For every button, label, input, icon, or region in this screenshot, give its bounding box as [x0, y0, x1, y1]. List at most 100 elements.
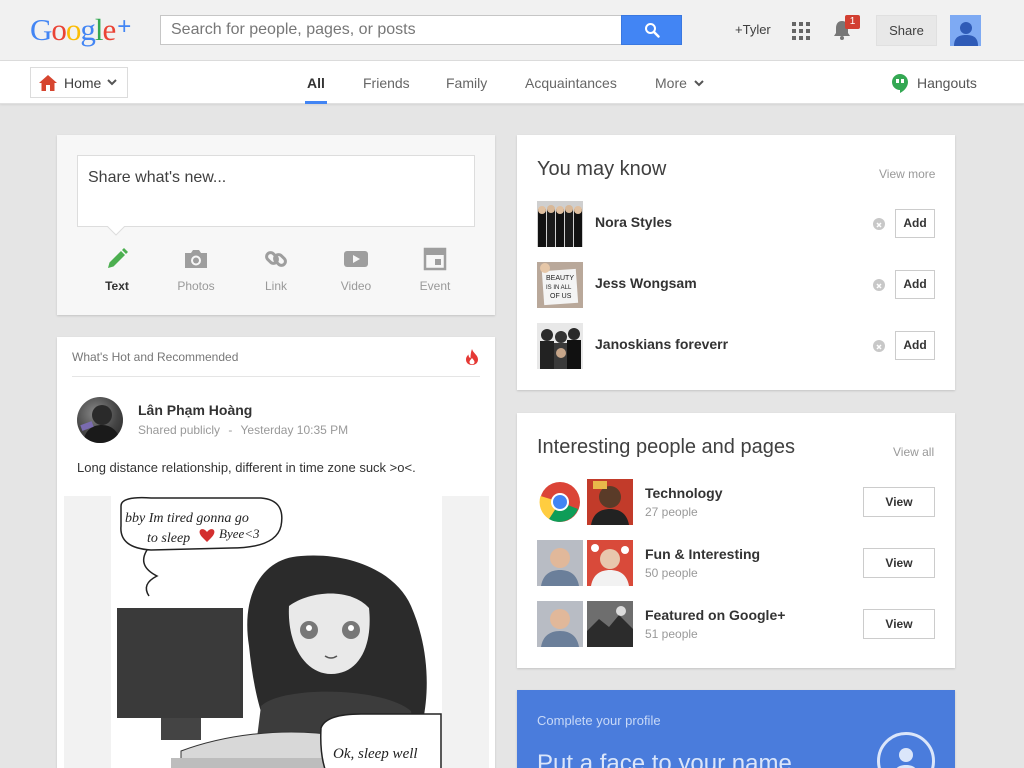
share-input[interactable]: Share what's new... [77, 155, 475, 227]
tab-acquaintances[interactable]: Acquaintances [525, 75, 617, 91]
chevron-down-icon [694, 79, 704, 86]
comic-drawing: bby Im tired gonna go to sleep Byee<3 Ok… [111, 496, 442, 768]
view-button[interactable]: View [863, 548, 935, 578]
add-button[interactable]: Add [895, 270, 935, 299]
you-may-know-title: You may know [537, 158, 667, 180]
tab-all[interactable]: All [307, 75, 325, 91]
post-image[interactable]: bby Im tired gonna go to sleep Byee<3 Ok… [64, 496, 489, 768]
interest-row: Fun & Interesting 50 people View [537, 540, 935, 587]
user-silhouette-icon [953, 22, 978, 46]
share-event-button[interactable]: Event [395, 245, 475, 293]
chevron-down-icon [107, 79, 118, 86]
share-video-label: Video [340, 279, 372, 293]
add-button[interactable]: Add [895, 209, 935, 238]
post-timestamp[interactable]: Yesterday 10:35 PM [241, 423, 349, 437]
post-author-avatar[interactable] [77, 397, 123, 443]
interest-group-name[interactable]: Featured on Google+ [645, 607, 785, 623]
share-photos-button[interactable]: Photos [156, 245, 236, 293]
suggestion-photo[interactable] [537, 323, 583, 369]
active-tab-indicator [305, 101, 327, 104]
stream-nav-bar: Home All Friends Family Acquaintances Mo… [0, 61, 1024, 104]
person-silhouette-icon [80, 405, 121, 443]
suggestion-row: Nora Styles Add [537, 201, 935, 248]
interest-photo[interactable] [587, 601, 633, 647]
interest-photo[interactable] [537, 479, 583, 525]
suggestion-name[interactable]: Jess Wongsam [595, 275, 697, 291]
suggestion-row: Janoskians foreverr Add [537, 323, 935, 370]
dismiss-icon[interactable] [873, 279, 885, 291]
suggestion-name[interactable]: Janoskians foreverr [595, 336, 728, 352]
whats-hot-card: What's Hot and Recommended Lân Phạm Hoàn… [57, 337, 495, 768]
dismiss-icon[interactable] [873, 340, 885, 352]
comic-text-line-2: to sleep [147, 531, 190, 546]
video-icon [344, 251, 368, 267]
view-all-link[interactable]: View all [893, 445, 934, 459]
apps-grid-icon[interactable] [792, 22, 810, 40]
hangouts-label: Hangouts [917, 75, 977, 91]
dismiss-icon[interactable] [873, 218, 885, 230]
home-dropdown[interactable]: Home [30, 67, 128, 98]
person-photo [537, 540, 583, 586]
view-more-link[interactable]: View more [879, 167, 935, 181]
share-text-button[interactable]: Text [77, 245, 157, 293]
tab-family[interactable]: Family [446, 75, 487, 91]
interest-group-name[interactable]: Technology [645, 485, 723, 501]
person-photo [587, 540, 633, 586]
suggestion-name[interactable]: Nora Styles [595, 214, 672, 230]
search-button[interactable] [621, 15, 682, 45]
comic-text-line-1: bby Im tired gonna go [125, 511, 249, 526]
interest-group-count: 51 people [645, 627, 698, 641]
hangouts-icon [892, 74, 908, 93]
suggestion-photo[interactable] [537, 201, 583, 247]
interest-photo[interactable] [587, 540, 633, 586]
tab-more-label: More [655, 75, 687, 91]
group-photo [537, 201, 583, 247]
share-video-button[interactable]: Video [316, 245, 396, 293]
suggestion-photo[interactable]: BEAUTY IS IN ALL OF US [537, 262, 583, 308]
divider [72, 376, 480, 377]
pencil-icon [108, 248, 128, 268]
post-visibility[interactable]: Shared publicly [138, 423, 220, 437]
share-input-caret [107, 226, 125, 236]
interesting-people-title: Interesting people and pages [537, 436, 795, 458]
share-photos-label: Photos [177, 279, 215, 293]
person-photo [587, 479, 633, 525]
interest-row: Featured on Google+ 51 people View [537, 601, 935, 648]
interest-group-name[interactable]: Fun & Interesting [645, 546, 760, 562]
beauty-sign-photo: BEAUTY IS IN ALL OF US [537, 262, 583, 308]
whats-hot-title[interactable]: What's Hot and Recommended [72, 350, 238, 364]
interest-row: Technology 27 people View [537, 479, 935, 526]
tab-more[interactable]: More [655, 75, 704, 91]
complete-profile-subtitle: Complete your profile [537, 713, 661, 728]
share-event-label: Event [419, 279, 451, 293]
view-button[interactable]: View [863, 487, 935, 517]
interest-photo[interactable] [587, 479, 633, 525]
search-input[interactable] [161, 16, 621, 44]
share-link-button[interactable]: Link [236, 245, 316, 293]
google-plus-logo[interactable]: Google+ [30, 12, 131, 48]
link-icon [265, 251, 287, 267]
notification-badge[interactable]: 1 [845, 15, 860, 29]
complete-profile-card[interactable]: Complete your profile Put a face to your… [517, 690, 955, 768]
profile-photo-placeholder[interactable] [877, 732, 935, 768]
photo-text-line-2: IS IN ALL [546, 285, 572, 291]
top-bar: Google+ +Tyler 1 Share [0, 0, 1024, 61]
group-photo [537, 323, 583, 369]
view-button[interactable]: View [863, 609, 935, 639]
add-button[interactable]: Add [895, 331, 935, 360]
share-link-label: Link [264, 279, 287, 293]
interest-photo[interactable] [537, 601, 583, 647]
interest-photo[interactable] [537, 540, 583, 586]
share-text-label: Text [105, 279, 129, 293]
search-box [160, 15, 682, 45]
avatar[interactable] [950, 15, 981, 46]
home-icon [39, 74, 57, 91]
user-profile-link[interactable]: +Tyler [735, 22, 771, 37]
post-author-name[interactable]: Lân Phạm Hoàng [138, 402, 252, 418]
camera-icon [185, 250, 207, 268]
flame-icon[interactable] [465, 348, 479, 366]
share-button[interactable]: Share [876, 15, 937, 46]
hangouts-button[interactable]: Hangouts [891, 73, 977, 93]
tab-friends[interactable]: Friends [363, 75, 410, 91]
suggestion-row: BEAUTY IS IN ALL OF US Jess Wongsam Add [537, 262, 935, 309]
